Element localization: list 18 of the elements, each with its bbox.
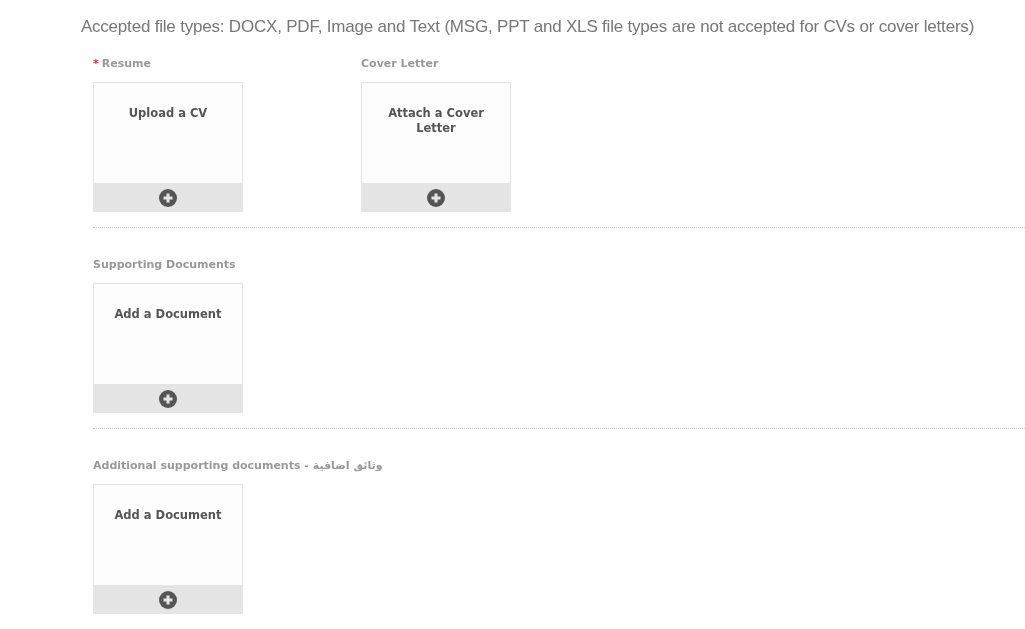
add-file-button[interactable]	[361, 183, 511, 212]
upload-prompt: Attach a Cover Letter	[387, 105, 485, 137]
field-label: Cover Letter	[361, 57, 439, 70]
plus-circle-icon	[427, 188, 445, 207]
accepted-file-types-note: Accepted file types: DOCX, PDF, Image and Text (MSG, PPT and XLS file types are not accepted for CVs or cover letters)	[79, 16, 976, 38]
upload-prompt: Add a Document	[113, 306, 223, 323]
add-file-button[interactable]	[93, 384, 243, 413]
upload-prompt: Upload a CV	[127, 105, 209, 122]
plus-circle-icon	[159, 389, 177, 408]
upload-prompt: Add a Document	[113, 507, 223, 524]
field-label: Additional supporting documents - وثائق اضافية	[93, 459, 383, 472]
plus-circle-icon	[159, 188, 177, 207]
field-label: Resume	[101, 57, 151, 70]
add-file-button[interactable]	[93, 183, 243, 212]
field-label: Supporting Documents	[93, 258, 236, 271]
add-file-button[interactable]	[93, 585, 243, 614]
plus-circle-icon	[159, 590, 177, 609]
required-marker: *	[93, 57, 99, 70]
